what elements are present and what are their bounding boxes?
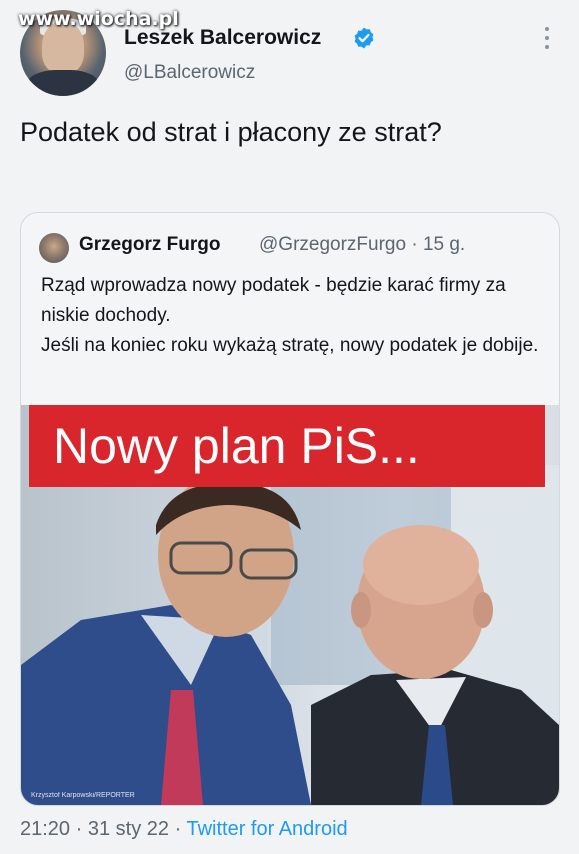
quoted-author-name[interactable]: Grzegorz Furgo (79, 234, 220, 256)
tweet-text: Podatek od strat i płacony ze strat? (20, 117, 442, 147)
quoted-author-meta: @GrzegorzFurgo · 15 g. (259, 234, 465, 256)
verified-badge-icon (354, 27, 374, 49)
meta-separator: · (174, 818, 182, 840)
image-banner-text: Nowy plan PiS... (53, 418, 420, 474)
quoted-tweet-card[interactable]: Grzegorz Furgo @GrzegorzFurgo · 15 g. Rz… (20, 212, 560, 806)
more-vertical-icon[interactable] (538, 24, 556, 52)
watermark: www.wiocha.pl (18, 8, 179, 30)
author-handle[interactable]: @LBalcerowicz (124, 62, 255, 84)
meta-separator: · (411, 234, 418, 255)
tweet-metadata: 21:20 · 31 sty 22 · Twitter for Android (20, 818, 348, 841)
tweet-date: 31 sty 22 (87, 818, 170, 840)
meta-separator: · (75, 818, 83, 840)
quoted-tweet-image[interactable]: Nowy plan PiS... Krzysztof Karpowski/REP… (21, 405, 559, 805)
tweet-source-link[interactable]: Twitter for Android (186, 818, 347, 840)
photo-credit: Krzysztof Karpowski/REPORTER (31, 792, 135, 799)
quoted-author-avatar[interactable] (39, 233, 69, 263)
quoted-tweet-age: 15 g. (422, 234, 466, 255)
quoted-tweet-text: Rząd wprowadza nowy podatek - będzie kar… (41, 271, 541, 361)
quoted-author-handle[interactable]: @GrzegorzFurgo (259, 234, 406, 255)
quoted-text-line: Jeśli na koniec roku wykażą stratę, nowy… (41, 335, 539, 356)
image-banner: Nowy plan PiS... (29, 405, 545, 487)
quoted-text-line: Rząd wprowadza nowy podatek - będzie kar… (41, 275, 506, 326)
avatar-suit (26, 70, 100, 96)
tweet-time: 21:20 (20, 818, 71, 840)
